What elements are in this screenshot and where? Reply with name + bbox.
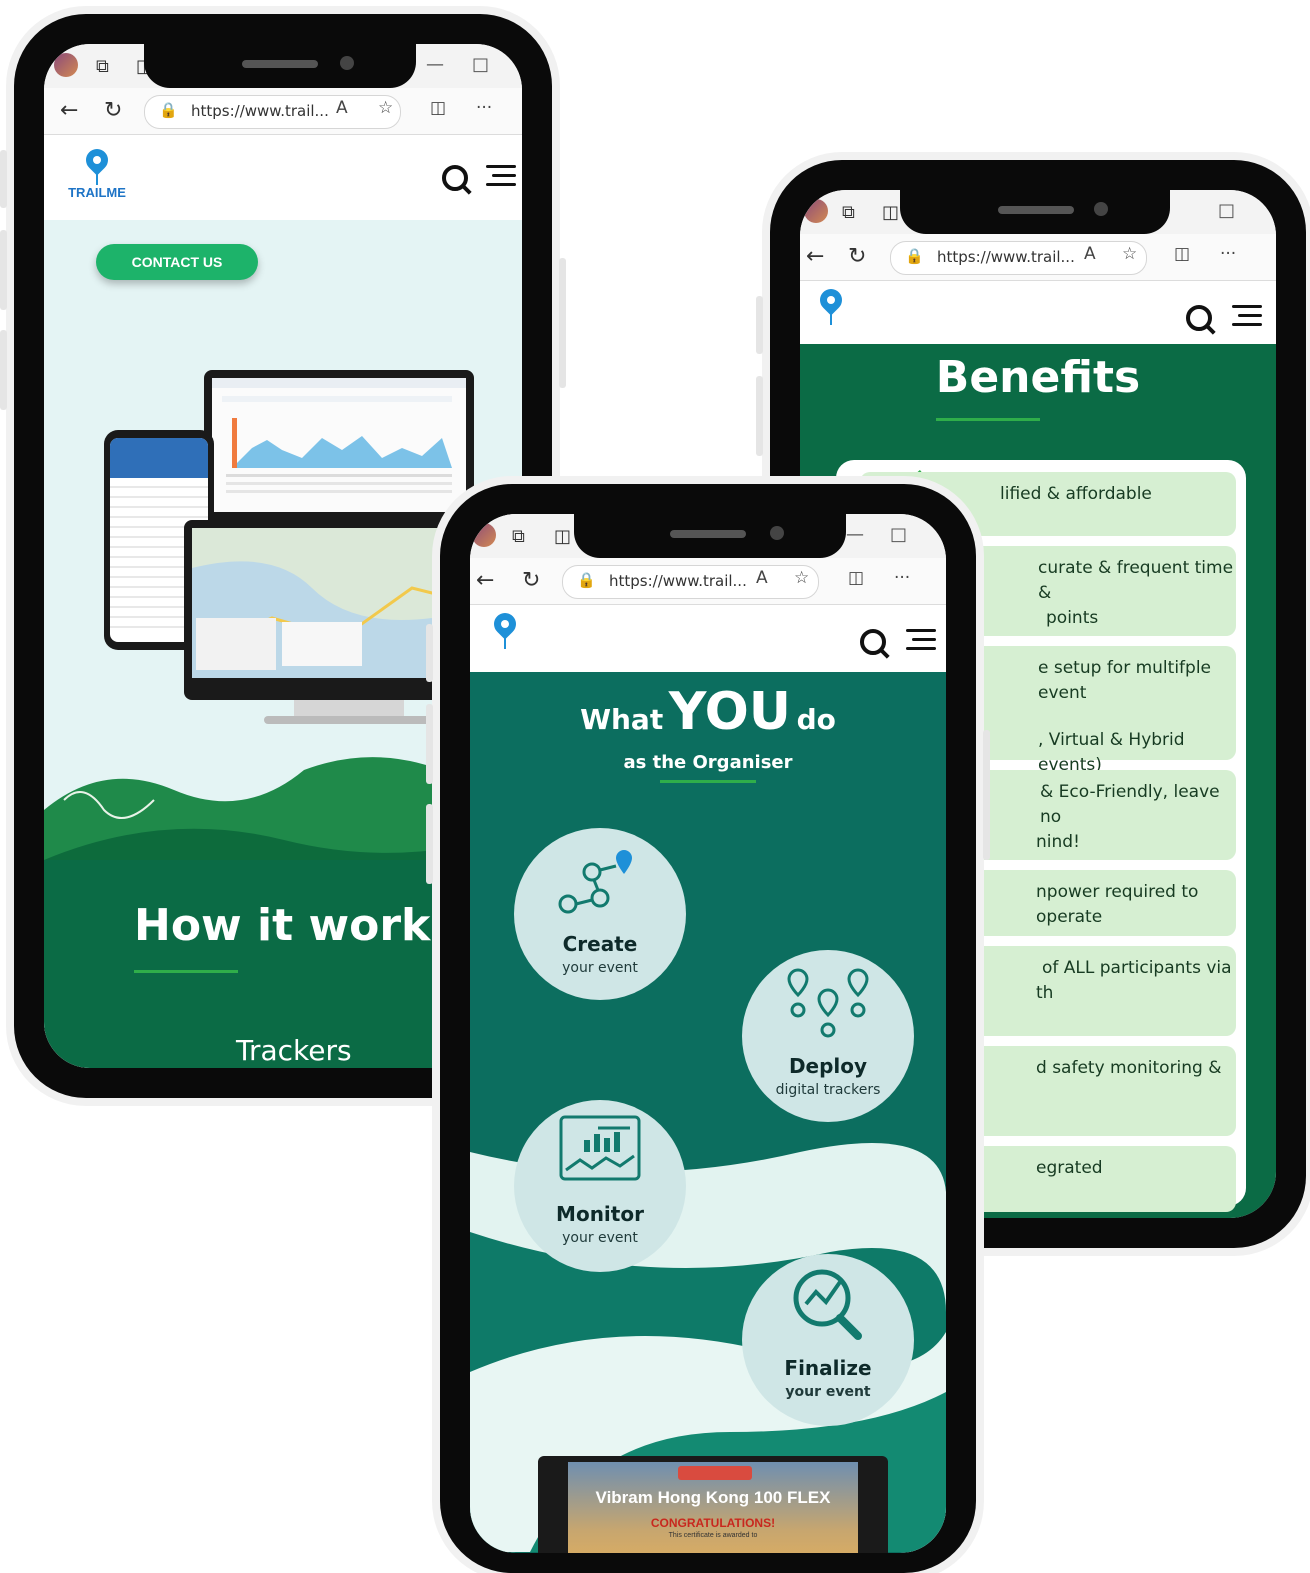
organiser-section: What YOU do as the Organiser Create your…: [470, 672, 946, 1553]
profile-avatar[interactable]: [54, 53, 78, 77]
tab-icon[interactable]: ◫: [554, 526, 571, 547]
refresh-icon[interactable]: ↻: [104, 98, 122, 123]
url-field[interactable]: 🔒 https://www.trail...: [890, 241, 1147, 275]
title-underline: [936, 418, 1040, 421]
more-menu-icon[interactable]: ···: [476, 98, 492, 118]
profile-avatar[interactable]: [472, 523, 496, 547]
url-text: https://www.trail...: [609, 572, 747, 590]
location-pins-icon: [787, 968, 869, 1038]
workspaces-icon[interactable]: ⧉: [512, 526, 525, 547]
search-icon[interactable]: [442, 165, 468, 191]
organiser-subtitle: as the Organiser: [623, 752, 793, 773]
step-create: Create your event: [514, 828, 686, 1000]
minimize-icon[interactable]: —: [846, 524, 864, 545]
refresh-icon[interactable]: ↻: [522, 568, 540, 593]
tab-icon[interactable]: ◫: [882, 202, 899, 223]
site-header: [470, 605, 946, 673]
minimize-icon[interactable]: —: [426, 54, 444, 75]
contact-us-button[interactable]: CONTACT US: [96, 244, 258, 280]
workspaces-icon[interactable]: ⧉: [842, 202, 855, 223]
sponsor-logos: [678, 1466, 752, 1480]
phone-side-button: [559, 258, 566, 388]
hamburger-menu-icon[interactable]: [486, 165, 516, 187]
browser-address-bar: ← ↻ 🔒 https://www.trail... A ☆ ◫ ···: [44, 88, 522, 135]
more-menu-icon[interactable]: ···: [1220, 244, 1236, 264]
split-screen-icon[interactable]: ◫: [848, 568, 864, 588]
magnify-chart-icon: [793, 1269, 862, 1340]
read-aloud-icon[interactable]: A: [336, 98, 348, 118]
maximize-icon[interactable]: □: [890, 524, 907, 545]
site-header: [800, 281, 1276, 345]
url-text: https://www.trail...: [937, 248, 1075, 266]
step-deploy: Deploy digital trackers: [742, 950, 914, 1122]
refresh-icon[interactable]: ↻: [848, 244, 866, 269]
back-icon[interactable]: ←: [806, 244, 824, 269]
phone-mockup-center: ⧉ ◫ — □ ← ↻ 🔒 https://www.trail... A ☆ ◫…: [426, 484, 990, 1573]
phone-side-button: [756, 296, 763, 354]
maximize-icon[interactable]: □: [472, 54, 489, 75]
hamburger-menu-icon[interactable]: [1232, 305, 1262, 327]
winding-path-background: [470, 1143, 946, 1552]
laptop-dashboard: [204, 370, 474, 520]
url-field[interactable]: 🔒 https://www.trail...: [144, 95, 401, 129]
phone-side-button: [983, 730, 990, 860]
lock-icon: 🔒: [905, 247, 924, 265]
phone-notch: [574, 502, 846, 558]
browser-address-bar: ← ↻ 🔒 https://www.trail... A ☆ ◫ ···: [470, 558, 946, 605]
section-title: How it works: [134, 900, 457, 951]
dashboard-chart-graphic: [212, 378, 466, 493]
more-menu-icon[interactable]: ···: [894, 568, 910, 588]
organiser-title: What YOU do: [580, 682, 836, 742]
certificate-congrats: CONGRATULATIONS!: [650, 1516, 776, 1530]
profile-avatar[interactable]: [804, 199, 828, 223]
lock-icon: 🔒: [577, 571, 596, 589]
trailme-logo[interactable]: TRAILME: [62, 144, 132, 205]
browser-address-bar: ← ↻ 🔒 https://www.trail... A ☆ ◫ ···: [800, 234, 1276, 281]
certificate-title: Vibram Hong Kong 100 FLEX: [595, 1488, 831, 1507]
read-aloud-icon[interactable]: A: [756, 568, 768, 588]
phone-side-button: [0, 150, 7, 208]
split-screen-icon[interactable]: ◫: [430, 98, 446, 118]
phone-side-button: [426, 624, 433, 682]
favorite-star-icon[interactable]: ☆: [1122, 244, 1137, 264]
favorite-star-icon[interactable]: ☆: [794, 568, 809, 588]
phone-side-button: [0, 330, 7, 410]
phone-screen: ⧉ ◫ — □ ← ↻ 🔒 https://www.trail... A ☆ ◫…: [470, 514, 946, 1553]
maximize-icon[interactable]: □: [1218, 200, 1235, 221]
favorite-star-icon[interactable]: ☆: [378, 98, 393, 118]
split-screen-icon[interactable]: ◫: [1174, 244, 1190, 264]
title-underline: [134, 970, 238, 973]
phone-side-button: [0, 230, 7, 310]
benefits-title: Benefits: [935, 352, 1141, 403]
phone-notch: [900, 178, 1170, 234]
brand-name: TRAILME: [68, 185, 126, 200]
phone-side-button: [426, 704, 433, 784]
workspaces-icon[interactable]: ⧉: [96, 56, 109, 77]
search-icon[interactable]: [1186, 305, 1212, 331]
phone-side-button: [756, 376, 763, 456]
search-icon[interactable]: [860, 629, 886, 655]
section-subtitle: Trackers: [236, 1034, 352, 1067]
back-icon[interactable]: ←: [476, 568, 494, 593]
url-field[interactable]: 🔒 https://www.trail...: [562, 565, 819, 599]
certificate-fineprint: This certificate is awarded to: [668, 1532, 758, 1539]
lock-icon: 🔒: [159, 101, 178, 119]
back-icon[interactable]: ←: [60, 98, 78, 123]
step-finalize: Finalize your event: [742, 1254, 914, 1426]
dashboard-chart-icon: [559, 1115, 641, 1181]
hamburger-menu-icon[interactable]: [906, 629, 936, 651]
step-monitor: Monitor your event: [514, 1100, 686, 1272]
phone-side-button: [426, 804, 433, 884]
url-text: https://www.trail...: [191, 102, 329, 120]
nodes-route-icon: [558, 850, 632, 914]
phone-notch: [144, 32, 416, 88]
subtitle-underline: [660, 780, 756, 783]
read-aloud-icon[interactable]: A: [1084, 244, 1096, 264]
site-header: TRAILME: [44, 135, 522, 221]
certificate-preview: Vibram Hong Kong 100 FLEX CONGRATULATION…: [538, 1456, 888, 1553]
